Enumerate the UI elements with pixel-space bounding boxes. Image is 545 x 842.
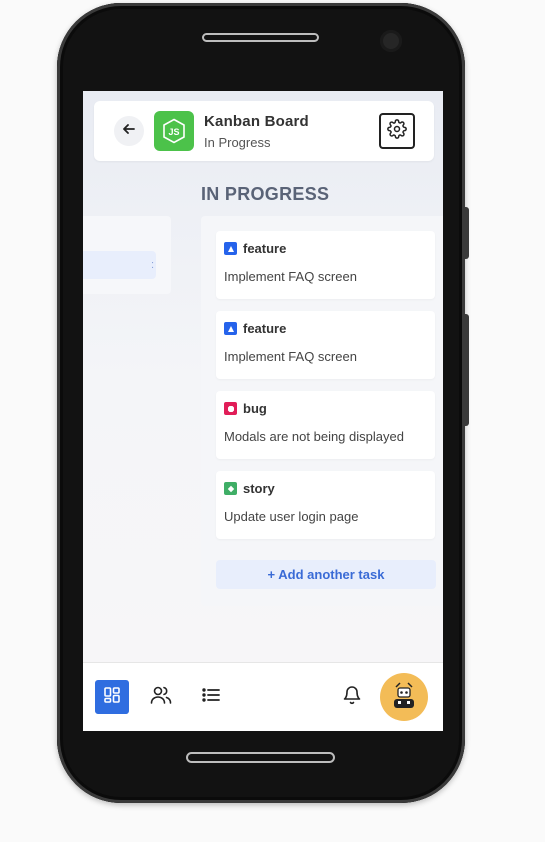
task-type: feature: [224, 321, 286, 336]
power-button: [463, 314, 469, 426]
previous-column-item[interactable]: :: [83, 251, 156, 279]
bottom-navigation: [83, 662, 443, 731]
app-header: JS Kanban Board In Progress: [94, 101, 434, 161]
task-title: Implement FAQ screen: [224, 269, 357, 284]
bell-icon: [343, 685, 361, 710]
list-icon: [201, 686, 221, 709]
team-nav-button[interactable]: [144, 680, 178, 714]
app-screen: JS Kanban Board In Progress IN PROGRESS …: [83, 91, 443, 731]
list-nav-button[interactable]: [194, 680, 228, 714]
earpiece-speaker: [202, 33, 319, 42]
settings-button[interactable]: [379, 113, 415, 149]
board-icon: [103, 686, 121, 709]
task-type-label: bug: [243, 401, 267, 416]
task-type: bug: [224, 401, 267, 416]
task-card[interactable]: feature Implement FAQ screen: [216, 231, 435, 299]
task-title: Modals are not being displayed: [224, 429, 404, 444]
story-icon: [224, 482, 237, 495]
task-type: story: [224, 481, 275, 496]
svg-text:JS: JS: [168, 127, 179, 137]
board-nav-button[interactable]: [95, 680, 129, 714]
back-button[interactable]: [114, 116, 144, 146]
board-subtitle: In Progress: [204, 135, 271, 150]
nodejs-logo: JS: [154, 111, 194, 151]
task-card[interactable]: story Update user login page: [216, 471, 435, 539]
users-icon: [150, 685, 172, 710]
add-task-button[interactable]: + Add another task: [216, 560, 436, 589]
front-camera: [380, 30, 402, 52]
feature-icon: [224, 242, 237, 255]
in-progress-column: feature Implement FAQ screen feature Imp…: [201, 216, 443, 606]
task-card[interactable]: bug Modals are not being displayed: [216, 391, 435, 459]
task-card[interactable]: feature Implement FAQ screen: [216, 311, 435, 379]
task-type: feature: [224, 241, 286, 256]
arrow-left-icon: [122, 122, 136, 141]
avatar-face-icon: [394, 682, 414, 708]
task-title: Implement FAQ screen: [224, 349, 357, 364]
bug-icon: [224, 402, 237, 415]
notifications-button[interactable]: [335, 680, 369, 714]
board-title: Kanban Board: [204, 113, 309, 130]
previous-column[interactable]: :: [83, 216, 171, 294]
task-type-label: feature: [243, 321, 287, 336]
bottom-speaker: [186, 752, 335, 763]
feature-icon: [224, 322, 237, 335]
task-title: Update user login page: [224, 509, 359, 524]
task-type-label: story: [243, 481, 275, 496]
task-type-label: feature: [243, 241, 287, 256]
column-title: IN PROGRESS: [201, 184, 330, 204]
volume-button: [463, 207, 469, 259]
truncated-text-mark: :: [150, 259, 154, 271]
gear-icon: [387, 118, 407, 144]
user-avatar[interactable]: [380, 673, 428, 721]
